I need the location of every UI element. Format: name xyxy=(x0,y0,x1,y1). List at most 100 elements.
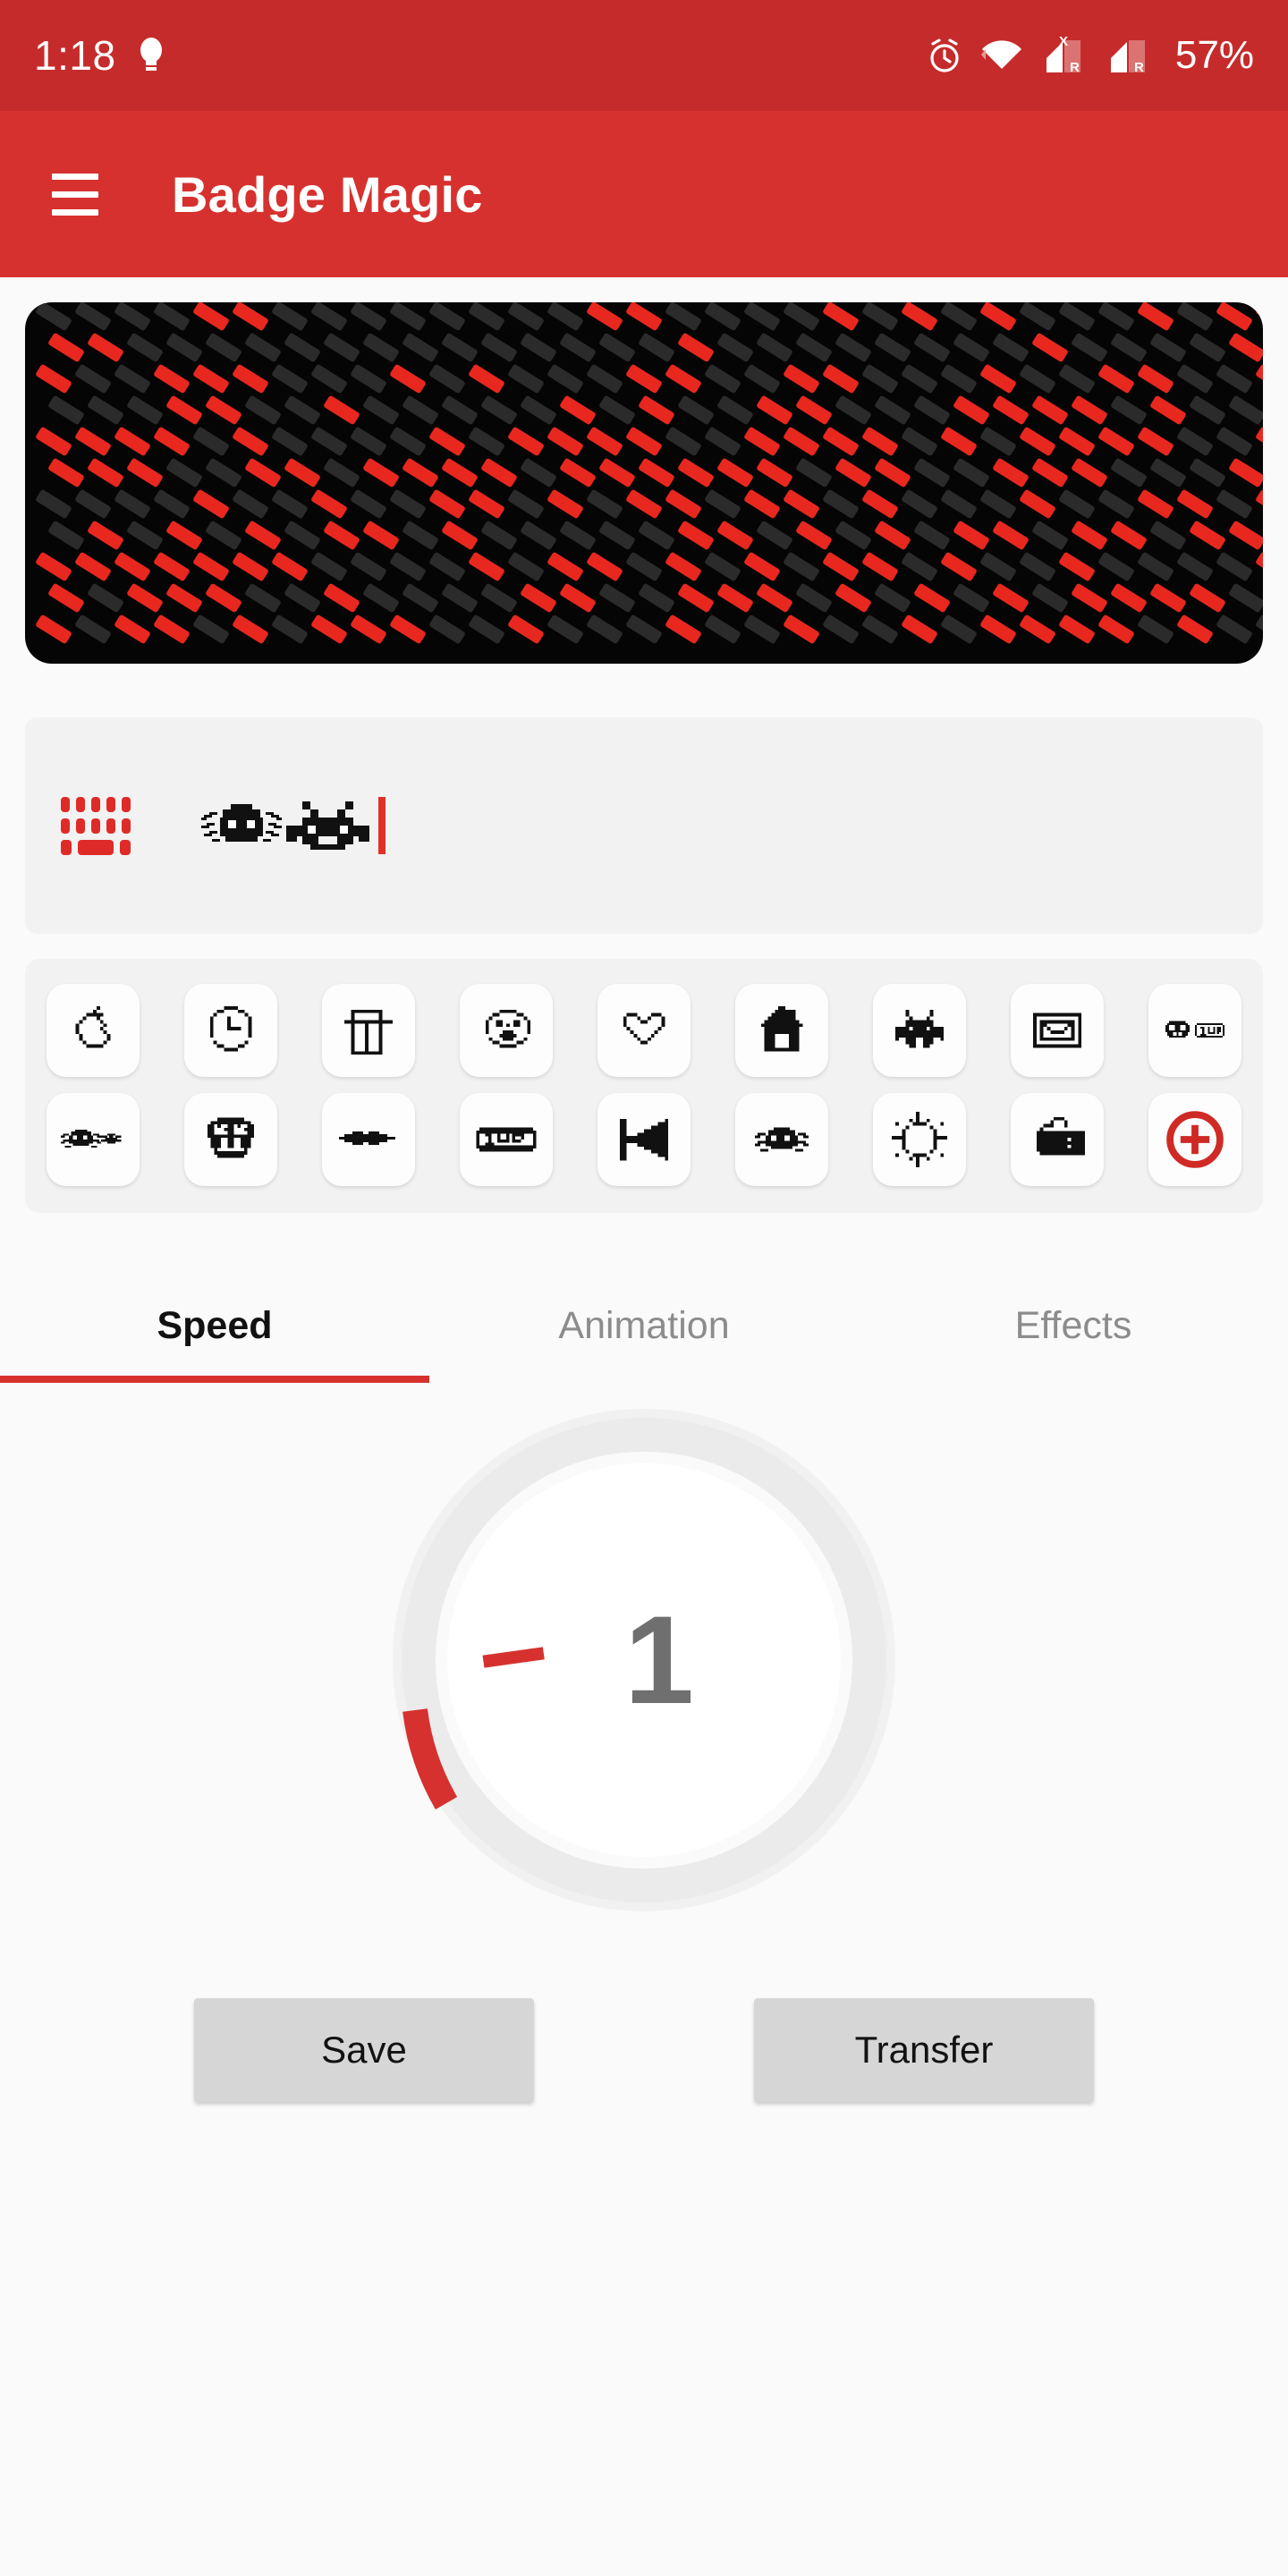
led-pixel xyxy=(913,457,951,488)
led-pixel xyxy=(244,457,282,488)
mustache-icon[interactable] xyxy=(322,1093,415,1186)
led-pixel xyxy=(953,457,990,488)
message-input-value[interactable] xyxy=(199,794,386,857)
sun-icon[interactable] xyxy=(873,1093,966,1186)
led-pixel xyxy=(586,426,623,457)
led-pixel xyxy=(165,394,203,426)
led-pixel xyxy=(783,551,820,582)
led-pixel xyxy=(822,426,860,457)
one-up-icon[interactable] xyxy=(460,1093,553,1186)
save-button[interactable]: Save xyxy=(194,1998,534,2102)
led-pixel xyxy=(822,302,860,332)
led-pixel xyxy=(901,488,938,520)
led-pixel xyxy=(665,614,702,645)
led-pixel xyxy=(205,582,242,614)
led-pixel xyxy=(874,332,911,363)
led-pixel xyxy=(940,426,978,457)
face-icon[interactable] xyxy=(460,984,553,1077)
mushroom-1up-icon[interactable] xyxy=(1148,984,1241,1077)
spider-icon[interactable] xyxy=(735,1093,828,1186)
led-pixel xyxy=(1058,426,1096,457)
led-pixel xyxy=(953,332,990,363)
speaker-icon[interactable] xyxy=(597,1093,691,1186)
keyboard-icon[interactable] xyxy=(61,796,131,855)
apple-icon[interactable] xyxy=(47,984,140,1077)
led-pixel xyxy=(402,582,439,614)
led-pixel xyxy=(1110,457,1148,488)
led-pixel xyxy=(192,488,230,520)
led-pixel xyxy=(1097,551,1135,582)
led-pixel xyxy=(704,363,741,394)
led-pixel xyxy=(520,582,557,614)
led-pixel xyxy=(520,520,557,551)
led-pixel xyxy=(940,551,978,582)
led-pixel xyxy=(1216,363,1253,394)
led-pixel xyxy=(1019,614,1056,645)
led-pixel xyxy=(244,520,282,551)
tab-speed[interactable]: Speed xyxy=(0,1268,429,1383)
led-pixel xyxy=(87,520,124,551)
led-pixel xyxy=(232,426,269,457)
led-pixel xyxy=(861,363,899,394)
led-pixel xyxy=(87,332,124,363)
led-pixel xyxy=(716,582,754,614)
led-badge-preview[interactable] xyxy=(25,302,1263,664)
led-pixel xyxy=(835,332,872,363)
heart-icon[interactable] xyxy=(597,984,691,1077)
led-pixel xyxy=(35,363,72,394)
tab-animation[interactable]: Animation xyxy=(429,1268,859,1383)
led-pixel xyxy=(901,426,938,457)
led-pixel xyxy=(87,582,124,614)
led-pixel xyxy=(153,614,191,645)
tab-effects[interactable]: Effects xyxy=(859,1268,1288,1383)
led-pixel xyxy=(1031,394,1069,426)
led-pixel xyxy=(1216,551,1253,582)
led-pixel xyxy=(389,426,427,457)
led-pixel xyxy=(1110,582,1148,614)
speed-dial[interactable]: 1 xyxy=(385,1401,903,1919)
spiders-icon[interactable] xyxy=(47,1093,140,1186)
led-pixel xyxy=(1137,363,1174,394)
space-invader-icon[interactable] xyxy=(873,984,966,1077)
transfer-button[interactable]: Transfer xyxy=(754,1998,1094,2102)
tab-speed-label: Speed xyxy=(157,1303,273,1347)
led-pixel xyxy=(783,363,820,394)
led-pixel xyxy=(126,394,164,426)
led-pixel xyxy=(47,582,85,614)
envelope-icon[interactable] xyxy=(1011,984,1104,1077)
led-pixel xyxy=(520,394,557,426)
clock-icon[interactable] xyxy=(184,984,277,1077)
hamburger-icon[interactable] xyxy=(52,173,98,216)
pointing-hand-icon[interactable] xyxy=(1011,1093,1104,1186)
led-pixel xyxy=(1058,488,1096,520)
led-pixel xyxy=(402,394,439,426)
house-icon[interactable] xyxy=(735,984,828,1077)
led-pixel xyxy=(756,457,793,488)
led-pixel xyxy=(468,363,505,394)
led-pixel xyxy=(271,426,309,457)
led-pixel xyxy=(795,457,833,488)
led-pixel xyxy=(992,332,1030,363)
led-pixel xyxy=(547,551,584,582)
led-pixel xyxy=(756,582,793,614)
led-pixel xyxy=(350,426,387,457)
led-pixel xyxy=(153,302,191,332)
tab-effects-label: Effects xyxy=(1014,1303,1132,1347)
led-pixel xyxy=(205,332,242,363)
message-input-card[interactable] xyxy=(25,717,1263,934)
led-pixel xyxy=(232,488,269,520)
trash-bin-icon[interactable] xyxy=(322,984,415,1077)
led-pixel xyxy=(114,551,151,582)
led-pixel xyxy=(783,488,820,520)
mushroom-icon[interactable] xyxy=(184,1093,277,1186)
led-pixel xyxy=(310,614,348,645)
led-pixel xyxy=(547,363,584,394)
led-pixel xyxy=(153,551,191,582)
led-pixel xyxy=(953,520,990,551)
led-pixel xyxy=(507,551,545,582)
led-pixel xyxy=(598,582,636,614)
add-icon[interactable] xyxy=(1148,1093,1241,1186)
status-clock: 1:18 xyxy=(34,32,116,79)
led-pixel xyxy=(1058,551,1096,582)
led-pixel xyxy=(716,520,754,551)
